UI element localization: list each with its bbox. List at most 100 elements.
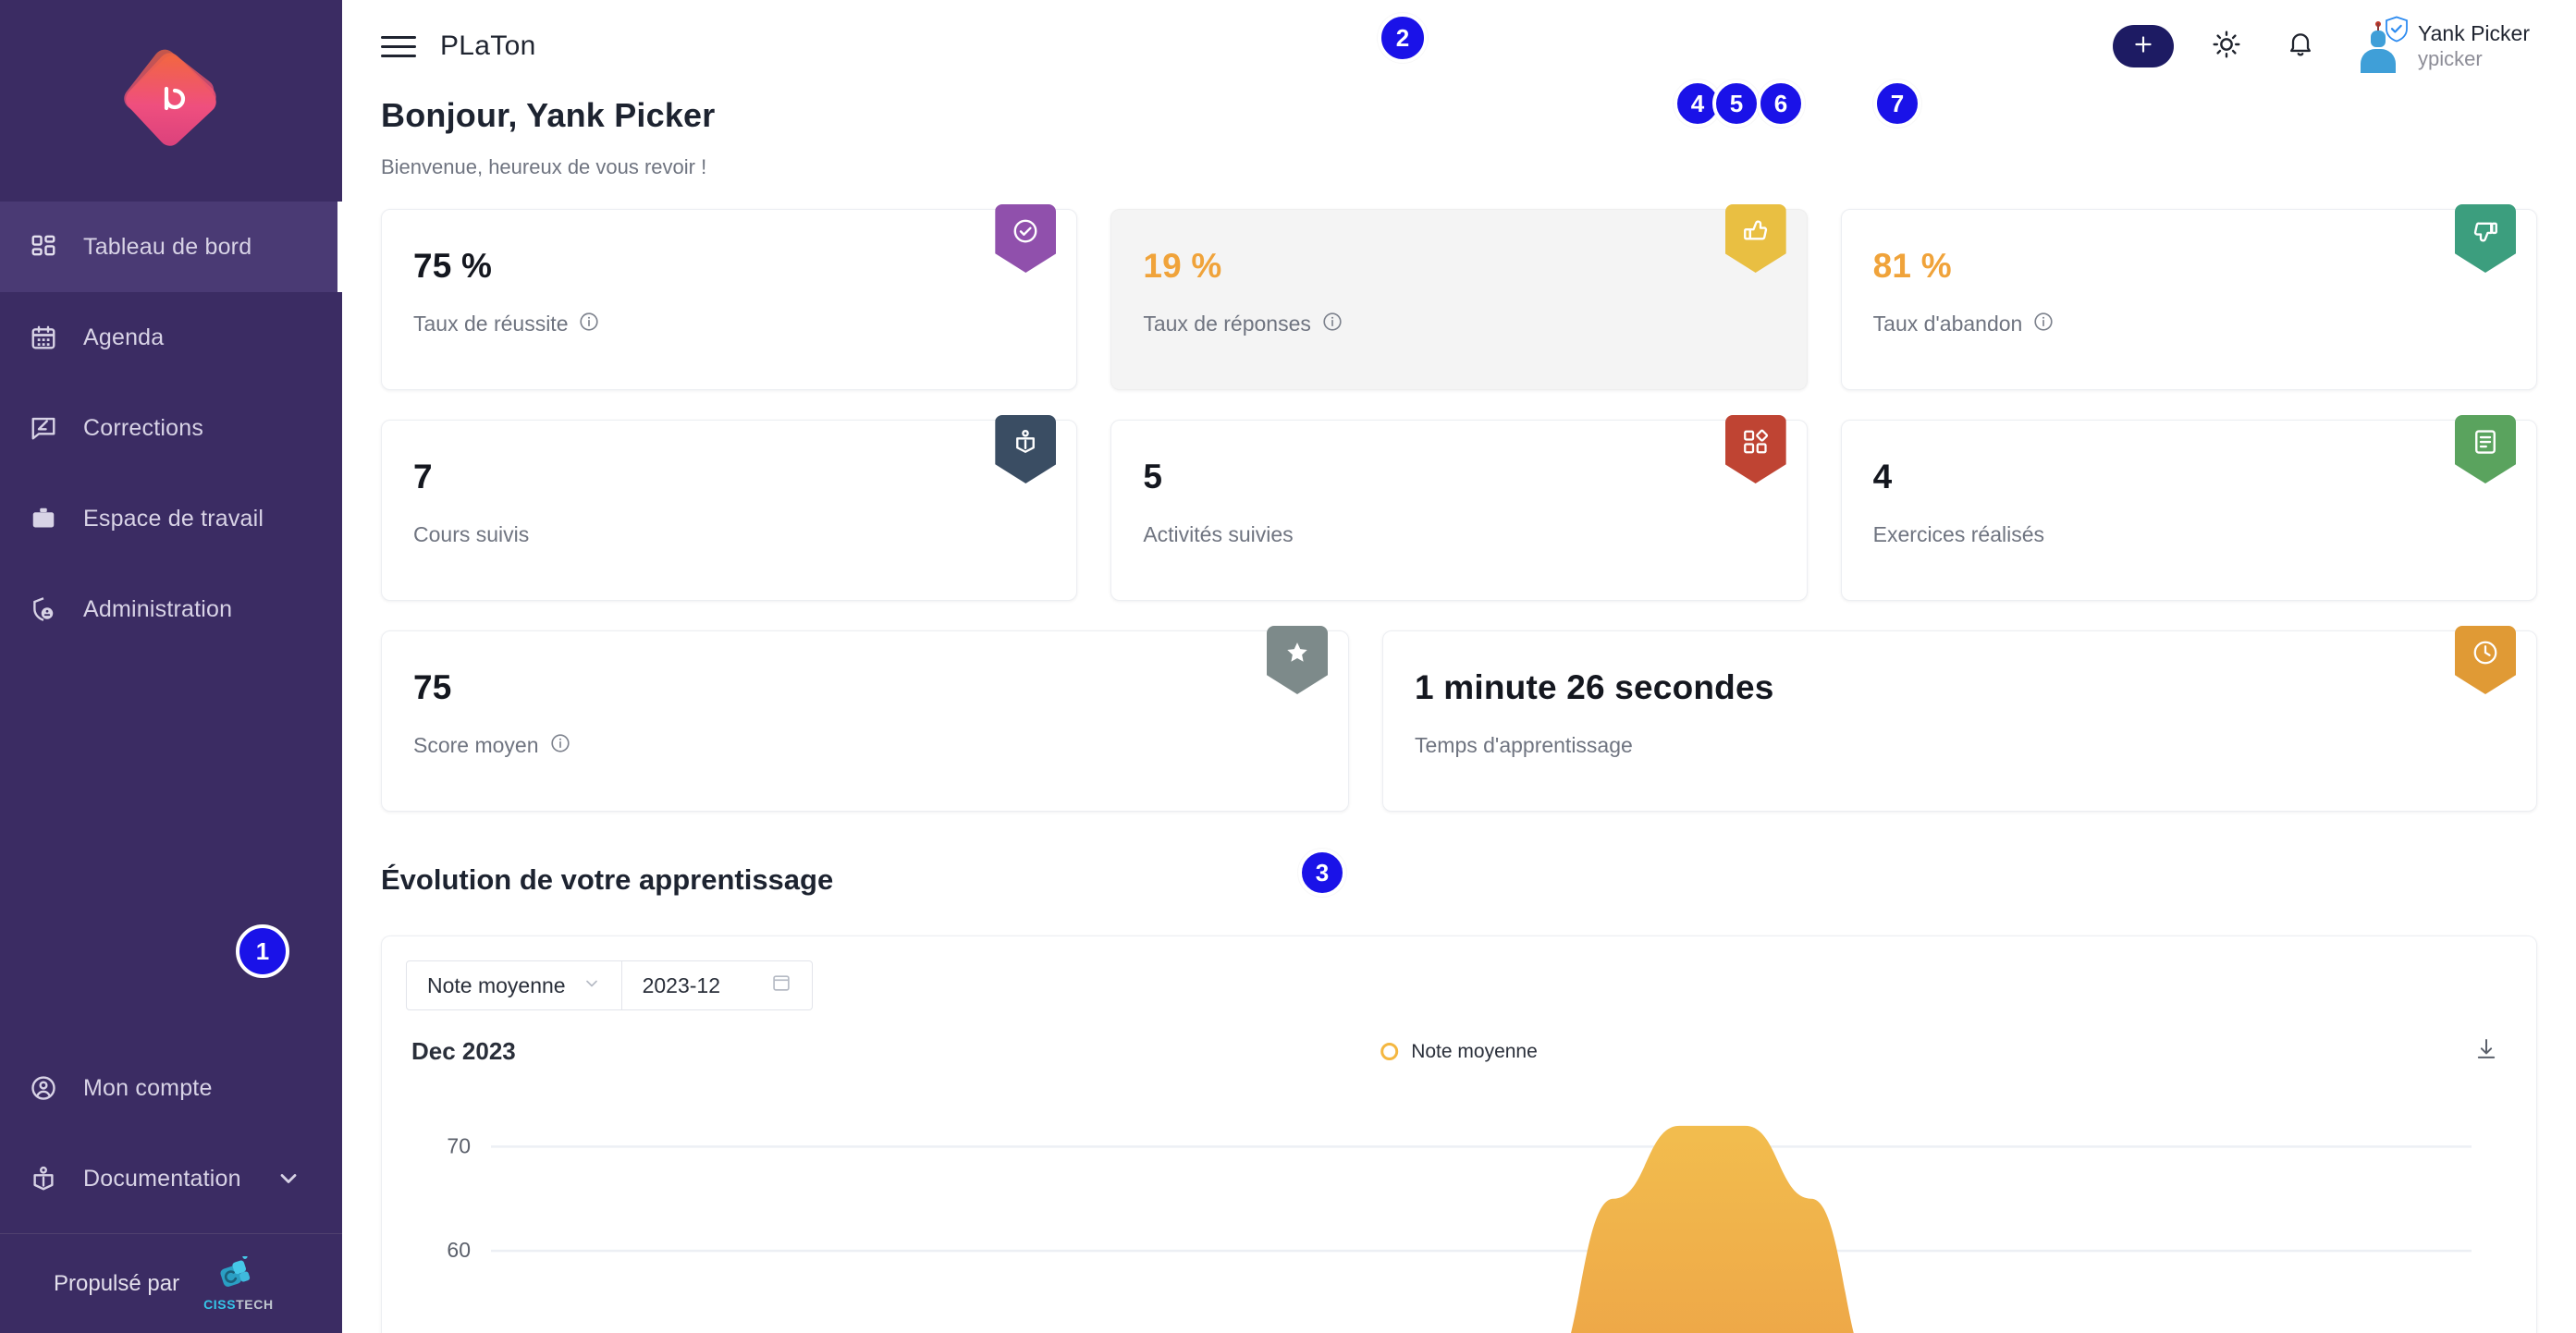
greeting-subtitle: Bienvenue, heureux de vous revoir ! bbox=[381, 155, 707, 178]
greeting-block: Bonjour, Yank Picker Bienvenue, heureux … bbox=[342, 92, 2576, 179]
stat-value: 5 bbox=[1143, 458, 1163, 495]
info-icon[interactable] bbox=[2033, 312, 2054, 336]
annotation-badge-3: 3 bbox=[1298, 849, 1346, 897]
graduation-book-icon bbox=[1012, 428, 1039, 456]
open-book-icon bbox=[28, 1163, 59, 1194]
annotation-badge-5: 5 bbox=[1712, 79, 1760, 128]
user-menu[interactable]: Yank Picker ypicker bbox=[2353, 16, 2530, 73]
sidebar-item-corrections[interactable]: Corrections bbox=[0, 383, 342, 473]
info-icon[interactable] bbox=[550, 733, 570, 758]
powered-by-label: Propulsé par bbox=[54, 1270, 180, 1296]
calendar-picker-icon bbox=[771, 972, 791, 998]
shield-user-icon bbox=[28, 593, 59, 625]
add-button[interactable] bbox=[2112, 25, 2174, 67]
stat-label: Taux de réussite bbox=[413, 312, 569, 336]
thumbs-up-icon bbox=[1742, 217, 1770, 245]
chart-svg: 70605040 bbox=[447, 1125, 2472, 1333]
sidebar-item-label: Mon compte bbox=[83, 1074, 213, 1101]
annotation-badge-6: 6 bbox=[1757, 79, 1805, 128]
plus-icon bbox=[2131, 32, 2155, 61]
metric-select-value: Note moyenne bbox=[427, 972, 566, 997]
annotation-badge-7: 7 bbox=[1873, 79, 1921, 128]
sidebar-item-espace-de-travail[interactable]: Espace de travail bbox=[0, 473, 342, 564]
sidebar-item-label: Espace de travail bbox=[83, 505, 264, 532]
sidebar-item-documentation[interactable]: Documentation bbox=[0, 1133, 342, 1224]
sidebar-item-administration[interactable]: Administration bbox=[0, 564, 342, 654]
stat-value: 19 % bbox=[1143, 247, 1222, 285]
stat-card-score-moyen[interactable]: 75 Score moyen bbox=[381, 626, 1349, 812]
svg-text:60: 60 bbox=[447, 1238, 471, 1262]
comment-edit-icon bbox=[28, 412, 59, 444]
sidebar-logo[interactable] bbox=[0, 0, 342, 202]
clock-icon bbox=[2472, 639, 2499, 666]
stat-label: Taux d'abandon bbox=[1872, 312, 2023, 336]
cisstech-logo[interactable]: CISSTECH bbox=[203, 1255, 274, 1312]
sidebar-item-label: Administration bbox=[83, 595, 233, 622]
briefcase-icon bbox=[28, 503, 59, 534]
stat-label: Temps d'apprentissage bbox=[1415, 733, 1633, 757]
stat-card-activites-suivies[interactable]: 5 Activités suivies bbox=[1110, 415, 1808, 601]
stat-card-taux-de-reponses[interactable]: 19 % Taux de réponses bbox=[1110, 204, 1808, 390]
platon-logo-icon bbox=[119, 44, 221, 151]
download-icon bbox=[2473, 1036, 2499, 1067]
user-circle-icon bbox=[28, 1072, 59, 1104]
stat-value: 7 bbox=[413, 458, 433, 495]
stat-card-temps-dapprentissage[interactable]: 1 minute 26 secondes Temps d'apprentissa… bbox=[1382, 626, 2537, 812]
annotation-badge-2: 2 bbox=[1378, 13, 1428, 63]
sidebar-item-tableau-de-bord[interactable]: Tableau de bord bbox=[0, 202, 342, 292]
stat-value: 4 bbox=[1872, 458, 1893, 495]
sidebar-item-label: Agenda bbox=[83, 324, 165, 350]
chart-legend[interactable]: Note moyenne bbox=[1380, 1041, 1538, 1063]
sidebar-bottom-nav: Mon compte Documentation bbox=[0, 1043, 342, 1233]
notifications-button[interactable] bbox=[2279, 25, 2322, 67]
app-root: Tableau de bord Agenda Corrections Espac… bbox=[0, 0, 2576, 1333]
thumbs-down-icon bbox=[2472, 217, 2499, 245]
cisstech-mark-icon bbox=[220, 1255, 251, 1287]
chart-section-title: Évolution de votre apprentissage bbox=[381, 863, 834, 896]
stat-label: Exercices réalisés bbox=[1872, 522, 2044, 546]
bell-icon bbox=[2286, 30, 2315, 64]
stat-card-cours-suivis[interactable]: 7 Cours suivis bbox=[381, 415, 1078, 601]
chart-title: Dec 2023 bbox=[411, 1037, 516, 1065]
stat-card-exercices-realises[interactable]: 4 Exercices réalisés bbox=[1840, 415, 2537, 601]
sidebar-item-mon-compte[interactable]: Mon compte bbox=[0, 1043, 342, 1133]
dashboard-grid-icon bbox=[28, 231, 59, 263]
stat-value: 81 % bbox=[1872, 247, 1952, 285]
sidebar: Tableau de bord Agenda Corrections Espac… bbox=[0, 0, 342, 1333]
stat-card-taux-de-reussite[interactable]: 75 % Taux de réussite bbox=[381, 204, 1078, 390]
activity-grid-icon bbox=[1742, 428, 1770, 456]
legend-label: Note moyenne bbox=[1411, 1040, 1538, 1062]
calendar-icon bbox=[28, 322, 59, 353]
powered-by-footer: Propulsé par CISSTECH bbox=[0, 1233, 342, 1333]
svg-text:70: 70 bbox=[447, 1133, 471, 1157]
sidebar-item-agenda[interactable]: Agenda bbox=[0, 292, 342, 383]
stat-value: 75 bbox=[413, 668, 452, 706]
legend-marker-icon bbox=[1380, 1043, 1399, 1060]
stat-card-row-3: 75 Score moyen 1 minute 26 secondes Temp… bbox=[381, 626, 2537, 812]
info-icon[interactable] bbox=[1322, 312, 1343, 336]
stat-card-taux-dabandon[interactable]: 81 % Taux d'abandon bbox=[1840, 204, 2537, 390]
info-icon[interactable] bbox=[579, 312, 599, 336]
check-circle-icon bbox=[1012, 217, 1039, 245]
chevron-down-icon[interactable] bbox=[276, 1166, 301, 1192]
shield-check-badge-icon bbox=[2385, 16, 2409, 43]
cisstech-brand-first: CISS bbox=[203, 1296, 237, 1312]
user-handle: ypicker bbox=[2417, 46, 2483, 70]
sidebar-item-label: Documentation bbox=[83, 1165, 241, 1192]
stat-label: Activités suivies bbox=[1143, 522, 1294, 546]
app-title: PLaTon bbox=[440, 31, 536, 61]
download-chart-button[interactable] bbox=[2473, 1036, 2499, 1067]
avatar bbox=[2353, 16, 2408, 73]
theme-toggle-button[interactable] bbox=[2205, 25, 2248, 67]
date-select[interactable]: 2023-12 bbox=[621, 960, 813, 1010]
metric-select[interactable]: Note moyenne bbox=[406, 960, 622, 1010]
document-lines-icon bbox=[2472, 428, 2499, 456]
stat-label: Taux de réponses bbox=[1143, 312, 1311, 336]
stat-card-row-2: 7 Cours suivis 5 Activités suivies 4 Exe… bbox=[381, 415, 2537, 601]
stat-value: 1 minute 26 secondes bbox=[1415, 668, 1774, 706]
cisstech-brand-second: TECH bbox=[236, 1296, 274, 1312]
chart-header: Dec 2023 Note moyenne bbox=[382, 1010, 2536, 1067]
chart-card: Note moyenne 2023-12 Dec 2023 Note moyen… bbox=[381, 936, 2537, 1333]
hamburger-menu-icon[interactable] bbox=[381, 29, 416, 64]
